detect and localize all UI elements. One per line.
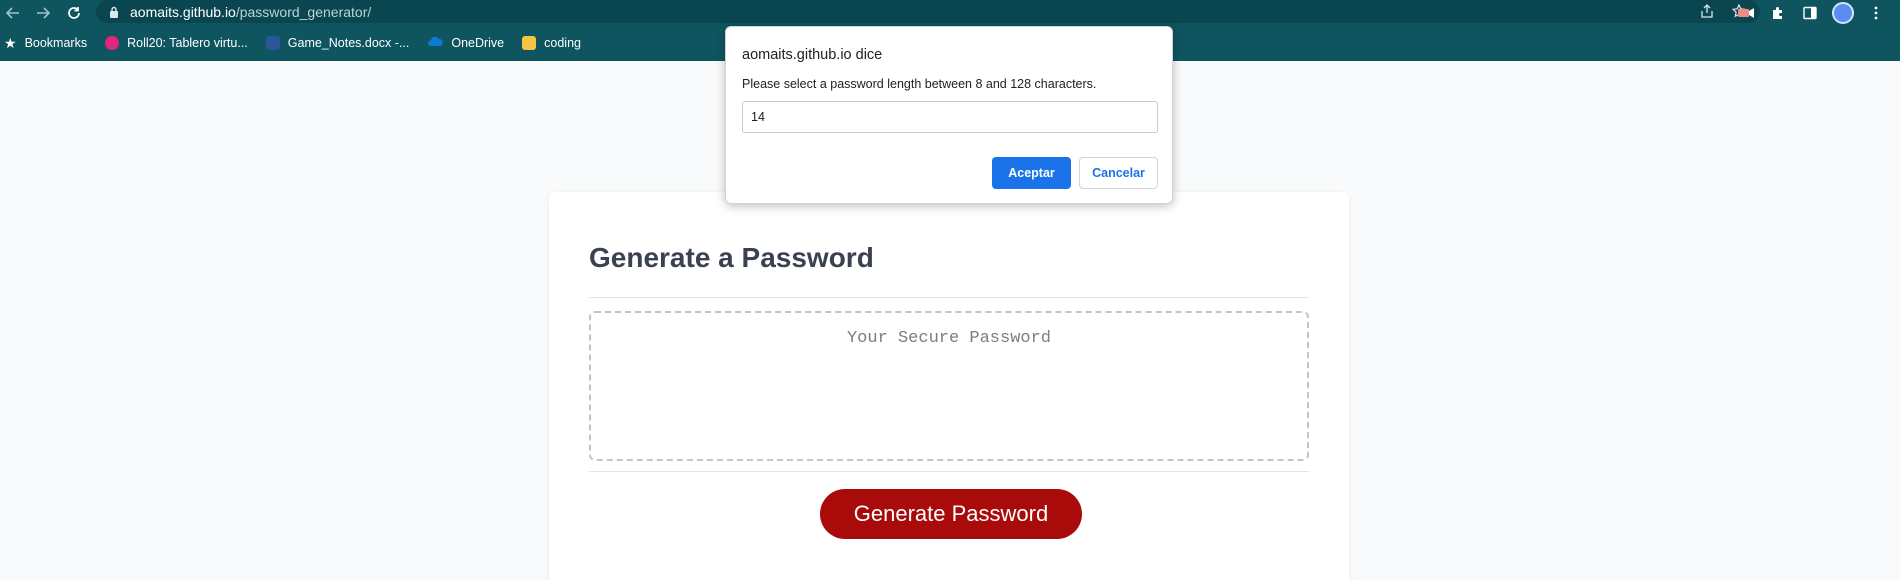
bookmark-label: coding [544, 36, 581, 50]
password-output-area[interactable]: Your Secure Password [589, 311, 1309, 461]
bookmark-roll20[interactable]: Roll20: Tablero virtu... [105, 36, 248, 50]
lock-icon [106, 4, 122, 20]
url-path: /password_generator/ [235, 3, 372, 20]
reload-button[interactable] [63, 2, 85, 24]
forward-arrow-icon [37, 7, 50, 19]
side-panel-icon[interactable] [1800, 3, 1820, 23]
back-arrow-icon [6, 7, 19, 19]
dialog-message: Please select a password length between … [742, 77, 1097, 91]
back-button[interactable] [2, 2, 24, 24]
divider [589, 297, 1309, 298]
roll20-icon [105, 36, 120, 50]
generate-password-button[interactable]: Generate Password [820, 489, 1082, 539]
screen-recorder-extension-icon[interactable] [1736, 3, 1756, 23]
onedrive-icon [427, 36, 444, 50]
accept-button[interactable]: Aceptar [992, 157, 1071, 189]
folder-icon [522, 36, 537, 50]
cancel-button[interactable]: Cancelar [1079, 157, 1158, 189]
bookmark-label: OneDrive [451, 36, 505, 50]
divider [589, 471, 1309, 472]
word-icon [265, 36, 280, 50]
bookmark-game-notes[interactable]: Game_Notes.docx -... [265, 36, 410, 50]
password-placeholder: Your Secure Password [846, 329, 1052, 348]
url-host: aomaits.github.io [130, 3, 236, 20]
share-icon[interactable] [1698, 2, 1716, 20]
star-icon: ★ [4, 34, 17, 51]
address-bar[interactable]: aomaits.github.io/password_generator/ [96, 0, 1760, 23]
more-menu-icon[interactable] [1866, 3, 1886, 23]
bookmark-label: Roll20: Tablero virtu... [127, 36, 248, 50]
password-generator-card: Generate a Password Your Secure Password… [549, 192, 1349, 580]
dialog-title: aomaits.github.io dice [742, 47, 883, 63]
bookmark-label: Bookmarks [24, 36, 88, 50]
prompt-dialog: aomaits.github.io dice Please select a p… [725, 26, 1173, 204]
browser-toolbar: aomaits.github.io/password_generator/ [0, 0, 1900, 25]
extensions-area [1736, 0, 1900, 25]
extensions-puzzle-icon[interactable] [1768, 3, 1788, 23]
page-title: Generate a Password [589, 242, 874, 273]
bookmark-bookmarks[interactable]: ★ Bookmarks [4, 35, 87, 52]
bookmark-label: Game_Notes.docx -... [287, 36, 410, 50]
password-length-input[interactable] [742, 101, 1158, 133]
bookmark-coding[interactable]: coding [522, 36, 581, 50]
reload-icon [68, 7, 80, 19]
profile-avatar[interactable] [1832, 1, 1854, 24]
bookmark-onedrive[interactable]: OneDrive [427, 36, 504, 50]
forward-button[interactable] [32, 2, 54, 24]
